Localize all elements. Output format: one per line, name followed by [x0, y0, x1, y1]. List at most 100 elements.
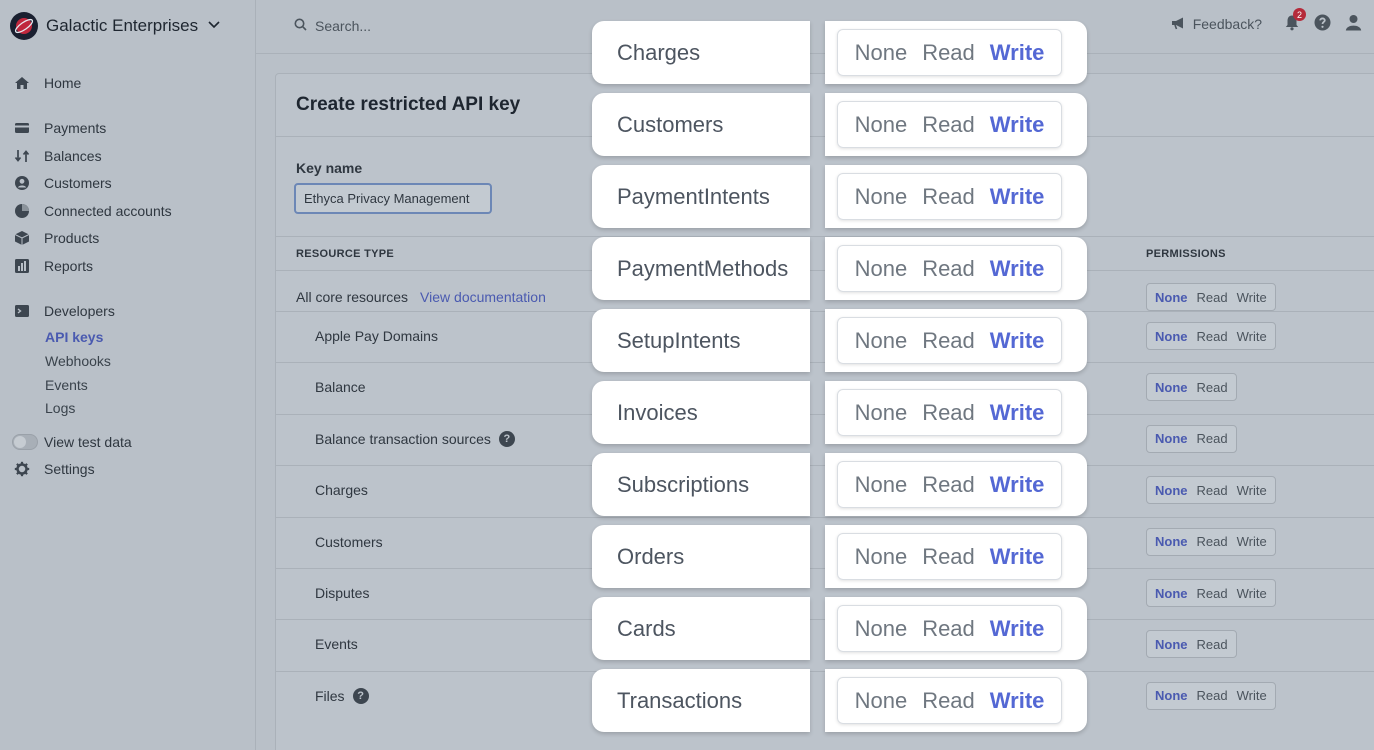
permission-segmented-control[interactable]: None Read Write	[837, 461, 1062, 508]
sidebar-subitem-api-keys[interactable]: API keys	[45, 327, 103, 347]
perm-option-none[interactable]: None	[1155, 431, 1188, 446]
sidebar-item-developers[interactable]: Developers	[14, 300, 115, 322]
perm-option-write[interactable]: Write	[990, 40, 1045, 66]
view-documentation-link[interactable]: View documentation	[420, 289, 546, 305]
permission-segmented-control[interactable]: None Read Write	[837, 101, 1062, 148]
permission-segmented-control[interactable]: None Read Write	[837, 29, 1062, 76]
help-icon[interactable]: ?	[498, 430, 515, 447]
notifications-button[interactable]: 2	[1284, 8, 1306, 34]
perm-option-read[interactable]: Read	[922, 112, 975, 138]
perm-option-write[interactable]: Write	[990, 472, 1045, 498]
sidebar-item-products[interactable]: Products	[14, 227, 99, 249]
permission-selector[interactable]: None Read Write	[1146, 579, 1276, 607]
perm-option-write[interactable]: Write	[990, 616, 1045, 642]
permission-selector[interactable]: None Read Write	[1146, 527, 1276, 556]
perm-option-read[interactable]: Read	[922, 184, 975, 210]
user-icon[interactable]	[1345, 14, 1362, 34]
help-icon[interactable]	[1314, 14, 1331, 34]
perm-option-none[interactable]: None	[1155, 380, 1188, 395]
perm-option-write[interactable]: Write	[990, 184, 1045, 210]
perm-option-write[interactable]: Write	[1237, 483, 1267, 498]
account-switcher[interactable]: Galactic Enterprises	[10, 11, 220, 41]
perm-option-read[interactable]: Read	[1197, 290, 1228, 305]
perm-option-read[interactable]: Read	[1197, 380, 1228, 395]
perm-option-read[interactable]: Read	[1197, 586, 1228, 601]
perm-option-none[interactable]: None	[1155, 290, 1188, 305]
sidebar-item-reports[interactable]: Reports	[14, 255, 93, 277]
permission-selector[interactable]: None Read	[1146, 373, 1237, 402]
perm-option-none[interactable]: None	[1155, 534, 1188, 549]
perm-option-read[interactable]: Read	[922, 616, 975, 642]
perm-option-none[interactable]: None	[855, 112, 908, 138]
core-permission-selector[interactable]: None Read Write	[1146, 283, 1276, 311]
perm-option-read[interactable]: Read	[922, 40, 975, 66]
search-input[interactable]: Search...	[294, 18, 371, 34]
perm-option-write[interactable]: Write	[1237, 290, 1267, 305]
perm-option-none[interactable]: None	[855, 40, 908, 66]
sidebar-item-connected-accounts[interactable]: Connected accounts	[14, 200, 172, 222]
test-data-toggle[interactable]: View test data	[12, 431, 132, 453]
perm-option-read[interactable]: Read	[922, 256, 975, 282]
perm-option-read[interactable]: Read	[922, 544, 975, 570]
sidebar-item-settings[interactable]: Settings	[14, 458, 95, 480]
table-row: Apple Pay Domains	[315, 328, 438, 344]
perm-option-none[interactable]: None	[855, 400, 908, 426]
permission-segmented-control[interactable]: None Read Write	[837, 317, 1062, 364]
permission-selector[interactable]: None Read Write	[1146, 322, 1276, 350]
sidebar-subitem-events[interactable]: Events	[45, 375, 88, 395]
permission-segmented-control[interactable]: None Read Write	[837, 245, 1062, 292]
perm-option-read[interactable]: Read	[922, 688, 975, 714]
perm-option-write[interactable]: Write	[990, 256, 1045, 282]
perm-option-write[interactable]: Write	[1237, 534, 1267, 549]
perm-option-write[interactable]: Write	[1237, 586, 1267, 601]
permission-segmented-control[interactable]: None Read Write	[837, 389, 1062, 436]
permission-selector[interactable]: None Read	[1146, 630, 1237, 659]
perm-option-write[interactable]: Write	[990, 112, 1045, 138]
perm-option-none[interactable]: None	[1155, 483, 1188, 498]
sidebar-item-home[interactable]: Home	[14, 72, 81, 94]
perm-option-write[interactable]: Write	[990, 328, 1045, 354]
perm-option-none[interactable]: None	[855, 256, 908, 282]
key-name-input[interactable]	[294, 183, 492, 214]
toggle-switch[interactable]	[12, 434, 38, 450]
sidebar-subitem-webhooks[interactable]: Webhooks	[45, 351, 111, 371]
permission-selector[interactable]: None Read Write	[1146, 476, 1276, 505]
perm-option-read[interactable]: Read	[1197, 329, 1228, 344]
perm-option-none[interactable]: None	[855, 472, 908, 498]
permission-segmented-control[interactable]: None Read Write	[837, 677, 1062, 724]
perm-option-write[interactable]: Write	[990, 688, 1045, 714]
help-icon[interactable]: ?	[352, 687, 369, 704]
balances-icon	[14, 148, 30, 164]
perm-option-none[interactable]: None	[855, 184, 908, 210]
perm-option-none[interactable]: None	[855, 328, 908, 354]
permission-selector[interactable]: None Read Write	[1146, 681, 1276, 710]
perm-option-write[interactable]: Write	[990, 400, 1045, 426]
perm-option-read[interactable]: Read	[1197, 637, 1228, 652]
permission-segmented-control[interactable]: None Read Write	[837, 173, 1062, 220]
sidebar-subitem-logs[interactable]: Logs	[45, 398, 75, 418]
permission-segmented-control[interactable]: None Read Write	[837, 533, 1062, 580]
sidebar-item-customers[interactable]: Customers	[14, 172, 112, 194]
perm-option-none[interactable]: None	[1155, 688, 1188, 703]
perm-option-read[interactable]: Read	[1197, 483, 1228, 498]
sidebar-item-payments[interactable]: Payments	[14, 117, 106, 139]
perm-option-none[interactable]: None	[1155, 329, 1188, 344]
perm-option-read[interactable]: Read	[1197, 431, 1228, 446]
perm-option-read[interactable]: Read	[922, 472, 975, 498]
perm-option-none[interactable]: None	[855, 688, 908, 714]
perm-option-read[interactable]: Read	[1197, 688, 1228, 703]
perm-option-none[interactable]: None	[1155, 586, 1188, 601]
perm-option-write[interactable]: Write	[1237, 688, 1267, 703]
perm-option-read[interactable]: Read	[922, 400, 975, 426]
permission-segmented-control[interactable]: None Read Write	[837, 605, 1062, 652]
sidebar-item-balances[interactable]: Balances	[14, 145, 102, 167]
perm-option-write[interactable]: Write	[990, 544, 1045, 570]
perm-option-none[interactable]: None	[855, 544, 908, 570]
perm-option-none[interactable]: None	[855, 616, 908, 642]
perm-option-write[interactable]: Write	[1237, 329, 1267, 344]
feedback-button[interactable]: Feedback?	[1171, 16, 1262, 33]
perm-option-none[interactable]: None	[1155, 637, 1188, 652]
perm-option-read[interactable]: Read	[922, 328, 975, 354]
permission-selector[interactable]: None Read	[1146, 424, 1237, 453]
perm-option-read[interactable]: Read	[1197, 534, 1228, 549]
